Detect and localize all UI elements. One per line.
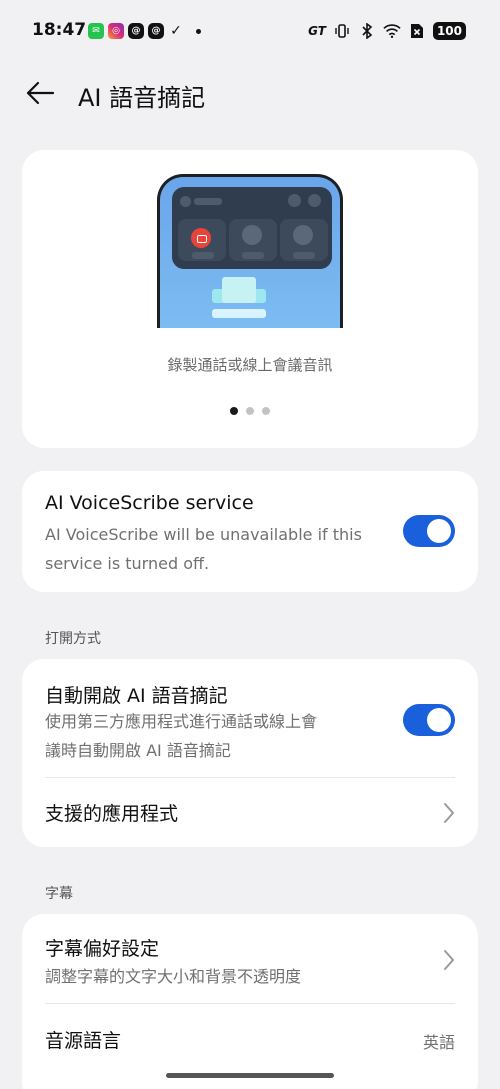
service-card: AI VoiceScribe service AI VoiceScribe wi… xyxy=(22,471,478,592)
section-header-subtitles: 字幕 xyxy=(45,886,73,902)
feature-carousel-card[interactable]: 錄製通話或線上會議音訊 xyxy=(22,150,478,448)
auto-open-subtitle-line1: 使用第三方應用程式進行通話或線上會 xyxy=(45,712,318,731)
download-done-icon: ✓ xyxy=(170,23,182,39)
toggle-knob xyxy=(427,519,451,543)
source-language-value: 英語 xyxy=(422,1033,455,1052)
threads-icon: @ xyxy=(128,23,144,39)
subtitle-preferences-title: 字幕偏好設定 xyxy=(45,938,160,960)
status-bar: 18:47 ✉ ◎ @ @ ✓ GT 100 xyxy=(0,0,500,64)
overlay-bar xyxy=(194,198,222,205)
service-toggle[interactable] xyxy=(403,515,455,547)
overlay-dot xyxy=(180,196,191,207)
pager-dot[interactable] xyxy=(246,407,254,415)
auto-open-subtitle-line2: 議時自動開啟 AI 語音摘記 xyxy=(45,741,231,760)
source-language-title: 音源語言 xyxy=(45,1030,122,1052)
battery-indicator: 100 xyxy=(432,22,466,40)
instagram-icon: ◎ xyxy=(108,23,124,39)
source-language-row[interactable]: 音源語言 英語 xyxy=(22,1004,478,1074)
subtitle-preferences-subtitle: 調整字幕的文字大小和背景不透明度 xyxy=(45,967,302,986)
app-bar: AI 語音摘記 xyxy=(0,64,500,122)
pager-dot-active[interactable] xyxy=(230,407,238,415)
no-sim-icon xyxy=(408,22,426,40)
toggle-knob xyxy=(427,708,451,732)
overlay-dot xyxy=(288,194,301,207)
line-icon: ✉ xyxy=(88,23,104,39)
auto-open-title: 自動開啟 AI 語音摘記 xyxy=(45,685,228,707)
supported-apps-title: 支援的應用程式 xyxy=(45,803,179,825)
system-icons: GT 100 xyxy=(308,22,466,40)
subtitle-preferences-row[interactable]: 字幕偏好設定 調整字幕的文字大小和背景不透明度 xyxy=(22,914,478,1003)
auto-open-toggle[interactable] xyxy=(403,704,455,736)
open-method-card: 自動開啟 AI 語音摘記 使用第三方應用程式進行通話或線上會 議時自動開啟 AI… xyxy=(22,659,478,847)
participant-avatar xyxy=(242,225,262,245)
chevron-right-icon xyxy=(444,803,454,823)
call-overlay-illustration xyxy=(172,187,332,269)
chevron-right-icon xyxy=(444,950,454,970)
gt-mode-label: GT xyxy=(308,24,326,38)
service-subtitle-line1: AI VoiceScribe will be unavailable if th… xyxy=(45,525,362,544)
dot-icon xyxy=(196,28,201,34)
vibrate-icon xyxy=(333,22,351,40)
overlay-bar xyxy=(192,252,214,259)
threads-icon: @ xyxy=(148,23,164,39)
supported-apps-row[interactable]: 支援的應用程式 xyxy=(22,778,478,847)
overlay-bar xyxy=(293,252,315,259)
service-subtitle-line2: service is turned off. xyxy=(45,554,210,573)
notification-icons: ✉ ◎ @ @ ✓ xyxy=(88,23,201,39)
home-indicator[interactable] xyxy=(166,1073,334,1078)
service-title: AI VoiceScribe service xyxy=(45,492,254,514)
phone-illustration xyxy=(157,174,343,328)
overlay-dot xyxy=(308,194,321,207)
subtitles-card: 字幕偏好設定 調整字幕的文字大小和背景不透明度 音源語言 英語 xyxy=(22,914,478,1089)
status-time: 18:47 xyxy=(32,20,87,40)
pager-dot[interactable] xyxy=(262,407,270,415)
back-arrow-icon xyxy=(26,81,55,105)
section-header-open-method: 打開方式 xyxy=(45,631,101,647)
overlay-bar xyxy=(242,252,264,259)
screen-block xyxy=(212,309,266,318)
participant-avatar xyxy=(293,225,313,245)
wifi-icon xyxy=(383,22,401,40)
back-button[interactable] xyxy=(24,78,56,108)
carousel-caption: 錄製通話或線上會議音訊 xyxy=(167,356,333,374)
carousel-pager xyxy=(22,407,478,415)
bluetooth-icon xyxy=(358,22,376,40)
screen-block xyxy=(222,277,256,303)
page-title: AI 語音摘記 xyxy=(78,84,206,112)
record-icon xyxy=(191,228,211,248)
